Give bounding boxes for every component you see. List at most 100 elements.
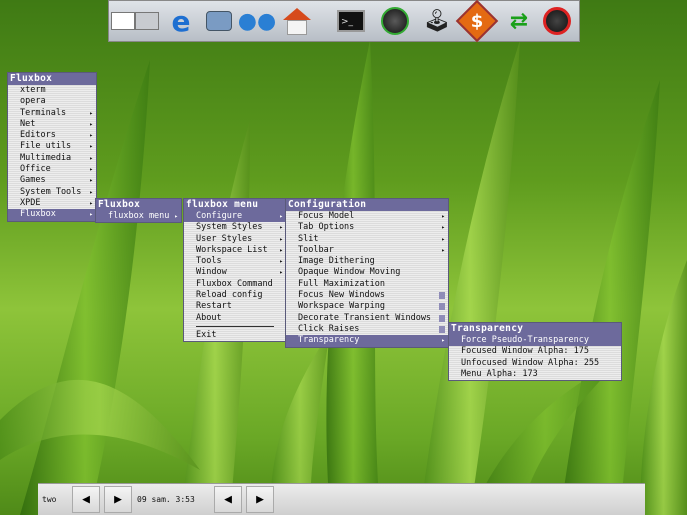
submenu-arrow-icon: ▸: [89, 188, 93, 196]
taskbar-window-list[interactable]: [278, 484, 638, 515]
menu-item[interactable]: About: [184, 313, 286, 324]
menu-item-label: xterm: [20, 85, 46, 95]
money-icon[interactable]: $: [455, 0, 499, 43]
menu-item[interactable]: Image Dithering: [286, 256, 448, 267]
menu-item[interactable]: Opaque Window Moving: [286, 267, 448, 278]
next-workspace-button[interactable]: ▶: [104, 486, 132, 513]
menu-item-label: Games: [20, 175, 46, 186]
workspace-pager-icon[interactable]: [111, 5, 159, 37]
menu-item-label: Fluxbox: [20, 209, 56, 220]
menu-item[interactable]: Unfocused Window Alpha: 255: [449, 358, 621, 369]
fluxbox-menu: fluxbox menu Configure ▸ System Styles ▸ Use…: [183, 198, 287, 343]
menu-item[interactable]: Tab Options ▸: [286, 222, 448, 233]
workspace-name[interactable]: two: [42, 484, 56, 515]
menu-item[interactable]: System Tools ▸: [8, 187, 96, 198]
menu-item[interactable]: Exit: [184, 330, 286, 341]
application-dock: e ●● >_ 🕹 $ ⇄: [108, 0, 580, 43]
menu-item[interactable]: Force Pseudo-Transparency: [449, 335, 621, 347]
menu-item[interactable]: Transparency ▸: [286, 335, 448, 347]
fluxbox-submenu: Fluxbox fluxbox menu ▸: [95, 198, 182, 224]
menu-item[interactable]: Office ▸: [8, 164, 96, 175]
prev-window-button[interactable]: ◀: [214, 486, 242, 513]
menu-item[interactable]: Multimedia ▸: [8, 153, 96, 164]
menu-item[interactable]: System Styles ▸: [184, 222, 286, 233]
submenu-arrow-icon: ▸: [89, 166, 93, 174]
submenu-arrow-icon: ▸: [441, 235, 445, 243]
menu-item[interactable]: Menu Alpha: 173: [449, 369, 621, 380]
menu-item-label: Decorate Transient Windows: [298, 312, 432, 323]
menu-item[interactable]: Window ▸: [184, 267, 286, 278]
menu-item-label: Exit: [196, 329, 217, 340]
menu-item[interactable]: Configure ▸: [184, 211, 286, 223]
submenu-arrow-icon: ▸: [89, 120, 93, 128]
shutdown-icon[interactable]: [541, 5, 573, 37]
menu-item[interactable]: fluxbox menu ▸: [96, 211, 181, 223]
users-icon[interactable]: ●●: [238, 5, 276, 37]
internet-explorer-icon[interactable]: e: [165, 5, 197, 38]
menu-item[interactable]: xterm: [8, 85, 96, 96]
menu-item[interactable]: Workspace Warping: [286, 301, 448, 312]
menu-item[interactable]: Restart: [184, 301, 286, 312]
menu-item-label: Restart: [196, 301, 232, 312]
menu-item-label: Net: [20, 118, 36, 129]
menu-item[interactable]: Reload config: [184, 290, 286, 301]
menu-item-label: Window: [196, 267, 227, 278]
menu-item-label: System Tools: [20, 186, 82, 197]
menu-item-label: Image Dithering: [298, 256, 375, 267]
right-arrow-icon: ▶: [114, 492, 122, 507]
submenu-arrow-icon: ▸: [441, 246, 445, 254]
menu-item-label: System Styles: [196, 222, 263, 233]
menu-item[interactable]: Fluxbox Command: [184, 279, 286, 290]
menu-item-label: opera: [20, 96, 46, 107]
menu-item-label: Multimedia: [20, 152, 72, 163]
menu-item[interactable]: File utils ▸: [8, 141, 96, 152]
menu-item[interactable]: Focus New Windows: [286, 290, 448, 301]
menu-item-label: Focused Window Alpha: 175: [461, 346, 589, 357]
menu-item[interactable]: Workspace List ▸: [184, 245, 286, 256]
menu-item[interactable]: Decorate Transient Windows: [286, 313, 448, 324]
menu-item[interactable]: Games ▸: [8, 175, 96, 186]
sync-arrows-icon[interactable]: ⇄: [503, 5, 535, 37]
menu-item[interactable]: User Styles ▸: [184, 234, 286, 245]
submenu-arrow-icon: ▸: [89, 211, 93, 219]
menu-item-label: Tools: [196, 256, 222, 267]
menu-item[interactable]: Full Maximization: [286, 279, 448, 290]
submenu-arrow-icon: ▸: [441, 224, 445, 232]
root-menu: Fluxbox xterm opera Terminals ▸ Net ▸ Editors ▸…: [7, 72, 97, 222]
joystick-icon[interactable]: 🕹: [421, 5, 453, 37]
terminal-icon[interactable]: >_: [335, 5, 367, 37]
menu-item[interactable]: Click Raises: [286, 324, 448, 335]
menu-item[interactable]: Toolbar ▸: [286, 245, 448, 256]
menu-item[interactable]: Focused Window Alpha: 175: [449, 346, 621, 357]
menu-item-label: Transparency: [298, 335, 360, 346]
configuration-menu: Configuration Focus Model ▸ Tab Options ▸ Sl…: [285, 198, 449, 348]
network-computer-icon[interactable]: [203, 5, 235, 37]
menu-item[interactable]: XPDE ▸: [8, 198, 96, 209]
clock: 09 sam. 3:53: [137, 495, 195, 504]
media-player-icon[interactable]: [379, 5, 411, 37]
fluxbox-menu-title: fluxbox menu: [184, 199, 286, 211]
menu-item[interactable]: Focus Model ▸: [286, 211, 448, 222]
menu-item[interactable]: opera: [8, 96, 96, 107]
prev-workspace-button[interactable]: ◀: [72, 486, 100, 513]
next-window-button[interactable]: ▶: [246, 486, 274, 513]
menu-item[interactable]: Tools ▸: [184, 256, 286, 267]
home-icon[interactable]: [281, 5, 313, 37]
menu-item[interactable]: Editors ▸: [8, 130, 96, 141]
submenu-arrow-icon: ▸: [441, 213, 445, 220]
menu-item[interactable]: Slit ▸: [286, 234, 448, 245]
menu-item-label: Click Raises: [298, 323, 360, 334]
configuration-menu-title: Configuration: [286, 199, 448, 211]
root-menu-title: Fluxbox: [8, 73, 96, 85]
menu-item[interactable]: Net ▸: [8, 119, 96, 130]
menu-item-label: Office: [20, 164, 51, 175]
checked-indicator-icon: [439, 303, 445, 311]
fluxbox-toolbar: two ◀ ▶ 09 sam. 3:53 ◀ ▶: [38, 483, 645, 515]
menu-item-label: fluxbox menu: [108, 211, 170, 221]
submenu-arrow-icon: ▸: [279, 246, 283, 254]
menu-item[interactable]: Fluxbox ▸: [8, 209, 96, 221]
menu-item-label: Tab Options: [298, 222, 355, 233]
menu-item-label: Menu Alpha: 173: [461, 368, 538, 379]
menu-item[interactable]: Terminals ▸: [8, 108, 96, 119]
checked-indicator-icon: [439, 325, 445, 333]
